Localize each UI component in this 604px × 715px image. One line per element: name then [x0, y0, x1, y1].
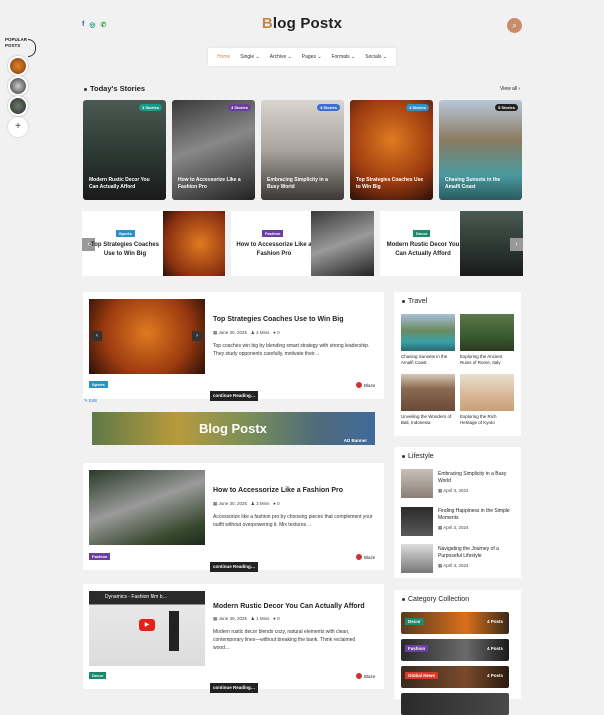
author-avatar [356, 382, 362, 388]
post-title[interactable]: Modern Rustic Decor You Can Actually Aff… [213, 603, 365, 610]
slider-next-button[interactable]: › [510, 238, 523, 251]
edit-link[interactable]: ✎ Edit [84, 398, 97, 404]
lifestyle-date: ▦ April 3, 2024 [438, 563, 469, 568]
story-card[interactable]: 4 Stories Modern Rustic Decor You Can Ac… [83, 100, 166, 200]
post-card: Dynamics - Fashion film b… ▶ Modern Rust… [83, 584, 384, 689]
post-title[interactable]: How to Accessorize Like a Fashion Pro [213, 487, 343, 494]
slider-image [311, 211, 374, 276]
popular-more-button[interactable]: + [8, 117, 28, 137]
travel-image[interactable] [460, 314, 514, 351]
post-card: How to Accessorize Like a Fashion Pro ▦ … [83, 463, 384, 570]
post-excerpt: Accessorize like a fashion pro by choosi… [213, 514, 373, 528]
post-image[interactable]: ‹ › [89, 299, 205, 374]
nav-single[interactable]: Single ⌄ [240, 54, 259, 60]
widget-title: Travel [402, 298, 427, 305]
story-card[interactable]: 4 Stories Top Strategies Coaches Use to … [350, 100, 433, 200]
post-meta: ▦ June 30, 2025 ♟ 2 Mins ● 0 [213, 330, 280, 335]
widget-title: Lifestyle [402, 453, 434, 460]
slider-card[interactable]: Decor Modern Rustic Decor You Can Actual… [380, 211, 523, 276]
nav-formats[interactable]: Formats ⌄ [331, 54, 355, 60]
story-card[interactable]: 3 Stories Embracing Simplicity in a Busy… [261, 100, 344, 200]
play-icon[interactable]: ▶ [139, 619, 155, 631]
lifestyle-image[interactable] [401, 469, 433, 498]
view-all-link[interactable]: View all › [500, 86, 520, 92]
ad-banner[interactable]: Blog Postx AD Banner [92, 412, 375, 445]
travel-image[interactable] [401, 314, 455, 351]
continue-reading-button[interactable]: continue Reading… [210, 562, 259, 572]
nav-archive[interactable]: Archive ⌄ [270, 54, 292, 60]
nav-pages[interactable]: Pages ⌄ [302, 54, 322, 60]
travel-title[interactable]: Unveiling the Wonders of Bali, Indonesia [401, 414, 455, 426]
category-item[interactable]: Decor 4 Posts [401, 612, 509, 634]
video-player[interactable]: Dynamics - Fashion film b… ▶ [89, 591, 205, 666]
continue-reading-button[interactable]: continue Reading… [210, 683, 259, 693]
post-meta: ▦ June 30, 2025 ♟ 3 Mins ● 0 [213, 501, 280, 506]
lifestyle-title[interactable]: Navigating the Journey of a Purposeful L… [438, 546, 513, 560]
lifestyle-image[interactable] [401, 507, 433, 536]
post-author[interactable]: Blaze [356, 382, 375, 388]
category-badge[interactable]: Decor [89, 672, 107, 679]
category-badge[interactable]: Fashion [89, 553, 111, 560]
lifestyle-date: ▦ April 3, 2024 [438, 488, 469, 493]
widget-title: Category Collection [402, 596, 469, 603]
category-item[interactable]: Fashion 4 Posts [401, 639, 509, 661]
travel-widget: Travel Chasing Sunsets in the Amalfi Coa… [394, 292, 521, 436]
popular-avatar-2[interactable] [8, 76, 28, 96]
travel-title[interactable]: Exploring the Rich Heritage of Kyoto [460, 414, 514, 426]
slider-card[interactable]: Fashion How to Accessorize Like a Fashio… [231, 211, 374, 276]
continue-reading-button[interactable]: continue Reading… [210, 391, 259, 401]
category-item[interactable] [401, 693, 509, 715]
story-card[interactable]: 5 Stories Chasing Sunsets in the Amalfi … [439, 100, 522, 200]
post-author[interactable]: Blaze [356, 673, 375, 679]
story-card[interactable]: 4 Stories How to Accessorize Like a Fash… [172, 100, 255, 200]
main-nav: Home Single ⌄ Archive ⌄ Pages ⌄ Formats … [208, 48, 396, 66]
travel-title[interactable]: Chasing Sunsets in the Amalfi Coast [401, 354, 455, 366]
category-widget: Category Collection Decor 4 Posts Fashio… [394, 590, 521, 715]
post-title[interactable]: Top Strategies Coaches Use to Win Big [213, 316, 344, 323]
travel-image[interactable] [460, 374, 514, 411]
lifestyle-title[interactable]: Embracing Simplicity in a Busy World [438, 471, 513, 485]
post-meta: ▦ June 30, 2025 ♟ 1 Mins ● 0 [213, 616, 280, 621]
category-item[interactable]: Global News 4 Posts [401, 666, 509, 688]
travel-title[interactable]: Exploring the Ancient Ruins of Rome, Ita… [460, 354, 514, 366]
popular-arrow [28, 39, 36, 57]
popular-avatar-1[interactable] [8, 56, 28, 76]
lifestyle-title[interactable]: Finding Happiness in the Simple Moments [438, 508, 513, 522]
travel-image[interactable] [401, 374, 455, 411]
author-avatar [356, 673, 362, 679]
lifestyle-image[interactable] [401, 544, 433, 573]
slider-card[interactable]: ‹ Sports Top Strategies Coaches Use to W… [82, 211, 225, 276]
nav-home[interactable]: Home [217, 54, 230, 60]
nav-socials[interactable]: Socials ⌄ [365, 54, 387, 60]
section-title-stories: Today's Stories [84, 84, 145, 93]
lifestyle-widget: Lifestyle Embracing Simplicity in a Busy… [394, 447, 521, 578]
video-title: Dynamics - Fashion film b… [105, 594, 168, 600]
post-excerpt: Top coaches win big by blending smart st… [213, 343, 370, 357]
lifestyle-date: ▦ April 3, 2024 [438, 525, 469, 530]
slider-image [163, 211, 225, 276]
category-badge[interactable]: Sports [89, 381, 108, 388]
post-author[interactable]: Blaze [356, 554, 375, 560]
post-image[interactable] [89, 470, 205, 545]
post-card: ‹ › Top Strategies Coaches Use to Win Bi… [83, 292, 384, 399]
search-button[interactable]: ⌕ [507, 18, 522, 33]
search-icon: ⌕ [512, 21, 517, 30]
popular-avatar-3[interactable] [8, 96, 28, 116]
post-excerpt: Modern rustic decor blends cozy, natural… [213, 629, 356, 651]
author-avatar [356, 554, 362, 560]
